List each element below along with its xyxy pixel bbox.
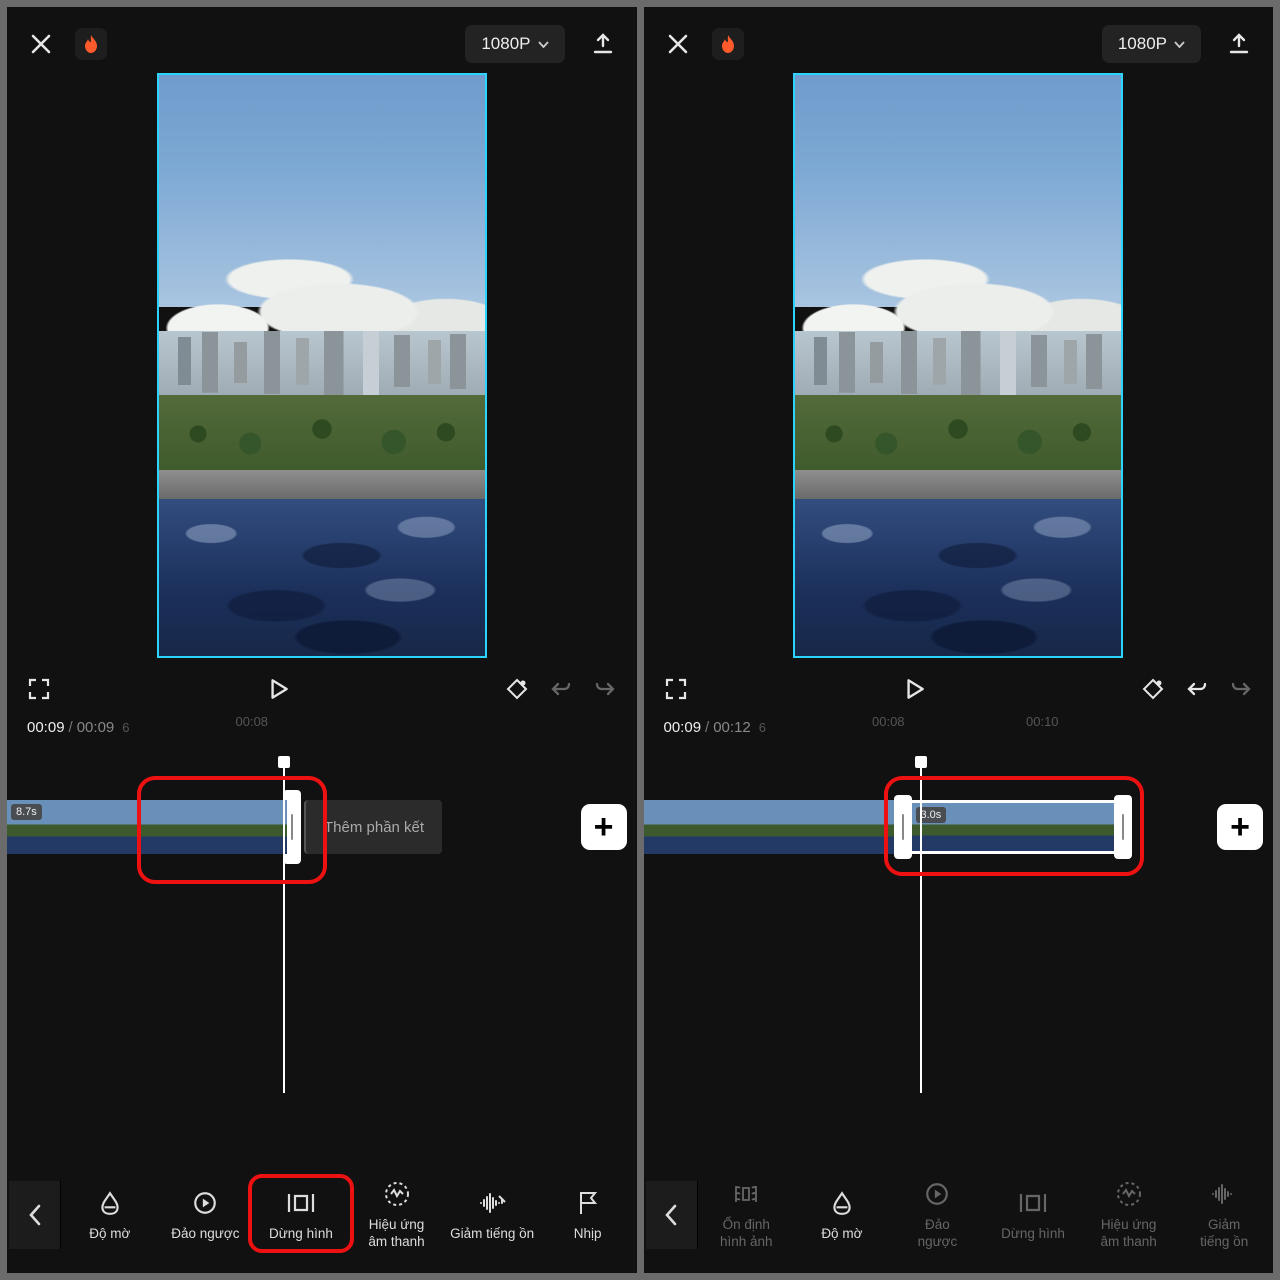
play-icon[interactable]: [901, 676, 927, 702]
stabilize-icon: [731, 1179, 761, 1209]
preview-area: [7, 73, 637, 668]
undo-icon[interactable]: [1185, 677, 1209, 701]
player-controls: [644, 668, 1274, 708]
tool-opacity[interactable]: Độ mờ: [63, 1184, 157, 1247]
tool-noise-reduce[interactable]: Giảm tiếng ồn: [445, 1184, 539, 1247]
tool-stabilize[interactable]: Ổn định hình ảnh: [700, 1175, 794, 1255]
resolution-button[interactable]: 1080P: [465, 25, 564, 63]
reverse-icon: [922, 1179, 952, 1209]
video-preview[interactable]: [793, 73, 1123, 658]
sound-fx-icon: [382, 1179, 412, 1209]
editor-screen-right: 1080P: [644, 7, 1274, 1273]
timeline-tick: 00:08: [236, 714, 269, 729]
video-clip-1[interactable]: [644, 800, 894, 854]
back-button[interactable]: [9, 1181, 61, 1249]
top-bar: 1080P: [644, 7, 1274, 73]
fullscreen-icon[interactable]: [664, 677, 688, 701]
back-button[interactable]: [646, 1181, 698, 1249]
redo-icon[interactable]: [593, 677, 617, 701]
droplet-icon: [827, 1188, 857, 1218]
freeze-frame-icon: [1018, 1188, 1048, 1218]
freeze-frame-icon: [286, 1188, 316, 1218]
fullscreen-icon[interactable]: [27, 677, 51, 701]
close-icon[interactable]: [29, 32, 53, 56]
tool-reverse[interactable]: Đảo ngược: [891, 1175, 985, 1255]
tool-freeze[interactable]: Dừng hình: [254, 1184, 348, 1247]
tool-sound-fx[interactable]: Hiệu ứng âm thanh: [350, 1175, 444, 1255]
add-ending-button[interactable]: Thêm phần kết: [304, 800, 442, 854]
time-current: 00:09: [664, 719, 702, 736]
resolution-label: 1080P: [1118, 34, 1167, 54]
time-current: 00:09: [27, 719, 65, 736]
reverse-icon: [190, 1188, 220, 1218]
playhead[interactable]: [283, 764, 285, 1093]
bottom-toolbar: Độ mờ Đảo ngược Dừng hình Hiệu ứng âm th…: [7, 1165, 637, 1273]
noise-reduce-icon: [477, 1188, 507, 1218]
add-clip-button[interactable]: +: [1217, 804, 1263, 850]
keyframe-icon[interactable]: [505, 677, 529, 701]
time-total: 00:12: [713, 719, 751, 736]
timecode: 00:09 / 00:09 6 00:08: [7, 708, 637, 736]
close-icon[interactable]: [666, 32, 690, 56]
droplet-icon: [95, 1188, 125, 1218]
time-total: 00:09: [77, 719, 115, 736]
play-icon[interactable]: [265, 676, 291, 702]
preview-area: [644, 73, 1274, 668]
tool-beat[interactable]: Nhịp: [541, 1184, 635, 1247]
video-clip[interactable]: 8.7s: [7, 800, 287, 854]
tool-opacity[interactable]: Độ mờ: [795, 1184, 889, 1247]
noise-reduce-icon: [1209, 1179, 1239, 1209]
tool-reverse[interactable]: Đảo ngược: [159, 1184, 253, 1247]
clip-duration-badge: 8.7s: [11, 804, 42, 820]
add-clip-button[interactable]: +: [581, 804, 627, 850]
tool-noise-reduce[interactable]: Giảm tiếng ồn: [1177, 1175, 1271, 1255]
top-bar: 1080P: [7, 7, 637, 73]
video-preview[interactable]: [157, 73, 487, 658]
keyframe-icon[interactable]: [1141, 677, 1165, 701]
player-controls: [7, 668, 637, 708]
timeline-tick: 00:10: [1026, 714, 1059, 729]
redo-icon[interactable]: [1229, 677, 1253, 701]
undo-icon[interactable]: [549, 677, 573, 701]
editor-screen-left: 1080P: [7, 7, 637, 1273]
bottom-toolbar: Ổn định hình ảnh Độ mờ Đảo ngược Dừng hì…: [644, 1165, 1274, 1273]
tool-freeze[interactable]: Dừng hình: [986, 1184, 1080, 1247]
resolution-button[interactable]: 1080P: [1102, 25, 1201, 63]
video-clip-freeze[interactable]: 3.0s: [912, 800, 1114, 854]
timeline[interactable]: 3.0s +: [644, 736, 1274, 1165]
timecode: 00:09 / 00:12 6 00:08 00:10: [644, 708, 1274, 736]
resolution-label: 1080P: [481, 34, 530, 54]
timeline[interactable]: 8.7s Thêm phần kết +: [7, 736, 637, 1165]
timeline-tick: 00:08: [872, 714, 905, 729]
sound-fx-icon: [1114, 1179, 1144, 1209]
flame-icon[interactable]: [75, 28, 107, 60]
tool-sound-fx[interactable]: Hiệu ứng âm thanh: [1082, 1175, 1176, 1255]
export-icon[interactable]: [1227, 32, 1251, 56]
export-icon[interactable]: [591, 32, 615, 56]
flame-icon[interactable]: [712, 28, 744, 60]
clip-start-handle[interactable]: [894, 795, 912, 859]
clip-end-handle[interactable]: [1114, 795, 1132, 859]
flag-icon: [573, 1188, 603, 1218]
playhead[interactable]: [920, 764, 922, 1093]
